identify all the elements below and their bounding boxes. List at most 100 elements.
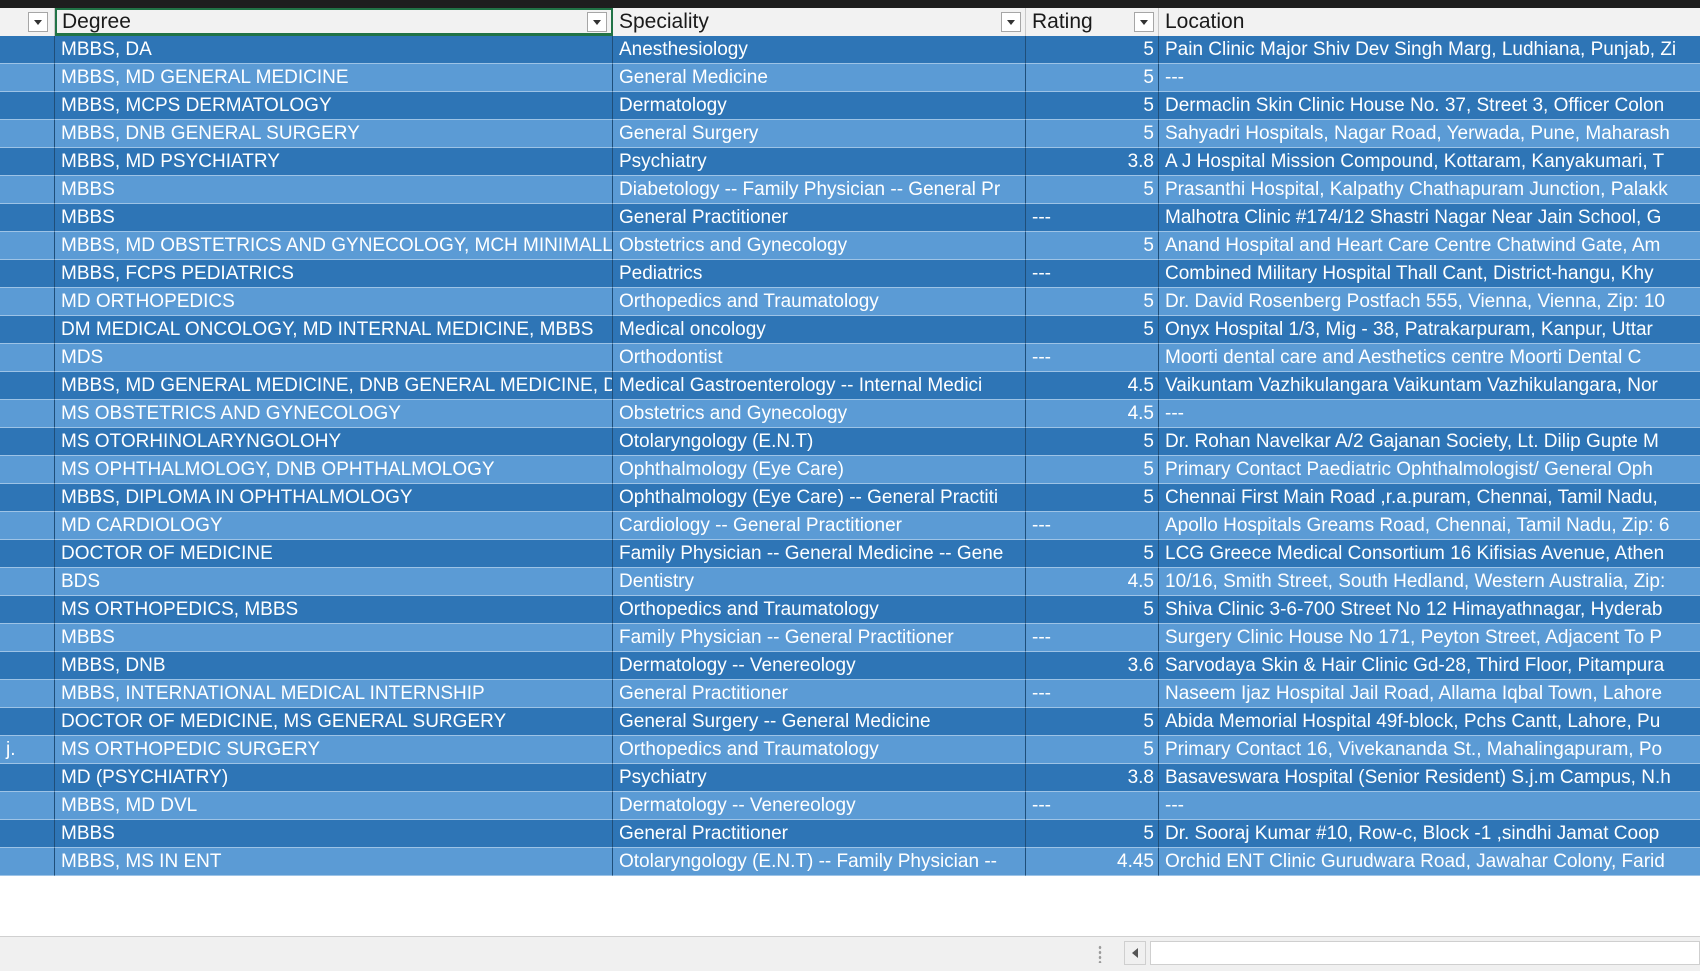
table-row[interactable]: MBBS, FCPS PEDIATRICS Pediatrics --- Combin…: [0, 260, 1700, 288]
table-row[interactable]: MBBS, DNB Dermatology -- Venereology 3.6 Sa…: [0, 652, 1700, 680]
speciality-cell[interactable]: Orthopedics and Traumatology: [613, 288, 1026, 316]
degree-cell[interactable]: MS OBSTETRICS AND GYNECOLOGY: [55, 400, 613, 428]
rating-cell[interactable]: 3.8: [1026, 764, 1159, 792]
speciality-cell[interactable]: Psychiatry: [613, 148, 1026, 176]
rating-cell[interactable]: 5: [1026, 596, 1159, 624]
speciality-cell[interactable]: Ophthalmology (Eye Care) -- General Prac…: [613, 484, 1026, 512]
speciality-cell[interactable]: Diabetology -- Family Physician -- Gener…: [613, 176, 1026, 204]
rating-cell[interactable]: 5: [1026, 456, 1159, 484]
location-cell[interactable]: ---: [1159, 792, 1700, 820]
degree-cell[interactable]: MD ORTHOPEDICS: [55, 288, 613, 316]
speciality-cell[interactable]: General Surgery: [613, 120, 1026, 148]
location-cell[interactable]: Dermaclin Skin Clinic House No. 37, Stre…: [1159, 92, 1700, 120]
rating-cell[interactable]: ---: [1026, 512, 1159, 540]
table-row[interactable]: MBBS, MD DVL Dermatology -- Venereology --…: [0, 792, 1700, 820]
table-row[interactable]: MBBS, DA Anesthesiology 5 Pain Clinic Major…: [0, 36, 1700, 64]
table-row[interactable]: MBBS, DIPLOMA IN OPHTHALMOLOGY Ophthalmol…: [0, 484, 1700, 512]
degree-cell[interactable]: MBBS, MD GENERAL MEDICINE, DNB GENERAL M…: [55, 372, 613, 400]
row-prefix-cell[interactable]: [0, 596, 55, 624]
table-row[interactable]: MS OTORHINOLARYNGOLOHY Otolaryngology (E.…: [0, 428, 1700, 456]
row-prefix-cell[interactable]: [0, 288, 55, 316]
row-prefix-cell[interactable]: [0, 176, 55, 204]
rating-cell[interactable]: 5: [1026, 540, 1159, 568]
speciality-cell[interactable]: Family Physician -- General Practitioner: [613, 624, 1026, 652]
row-prefix-cell[interactable]: [0, 148, 55, 176]
degree-cell[interactable]: MD (PSYCHIATRY): [55, 764, 613, 792]
filter-dropdown-icon[interactable]: [28, 12, 48, 32]
row-prefix-cell[interactable]: [0, 680, 55, 708]
location-cell[interactable]: Primary Contact Paediatric Ophthalmologi…: [1159, 456, 1700, 484]
speciality-cell[interactable]: General Practitioner: [613, 820, 1026, 848]
degree-cell[interactable]: MBBS, MD DVL: [55, 792, 613, 820]
degree-cell[interactable]: DOCTOR OF MEDICINE, MS GENERAL SURGERY: [55, 708, 613, 736]
table-row[interactable]: MBBS, MD GENERAL MEDICINE, DNB GENERAL M…: [0, 372, 1700, 400]
degree-cell[interactable]: MS OTORHINOLARYNGOLOHY: [55, 428, 613, 456]
speciality-cell[interactable]: Orthodontist: [613, 344, 1026, 372]
speciality-cell[interactable]: Medical Gastroenterology -- Internal Med…: [613, 372, 1026, 400]
rating-cell[interactable]: ---: [1026, 204, 1159, 232]
table-row[interactable]: BDS Dentistry 4.5 10/16, Smith Street, Sout…: [0, 568, 1700, 596]
row-prefix-cell[interactable]: [0, 792, 55, 820]
table-row[interactable]: MBBS, MD GENERAL MEDICINE General Medicin…: [0, 64, 1700, 92]
location-cell[interactable]: Moorti dental care and Aesthetics centre…: [1159, 344, 1700, 372]
speciality-cell[interactable]: Orthopedics and Traumatology: [613, 736, 1026, 764]
rating-cell[interactable]: 5: [1026, 316, 1159, 344]
table-row[interactable]: MBBS General Practitioner --- Malhotra Clin…: [0, 204, 1700, 232]
row-prefix-cell[interactable]: [0, 260, 55, 288]
location-cell[interactable]: Pain Clinic Major Shiv Dev Singh Marg, L…: [1159, 36, 1700, 64]
speciality-cell[interactable]: Medical oncology: [613, 316, 1026, 344]
rating-cell[interactable]: 3.8: [1026, 148, 1159, 176]
row-prefix-cell[interactable]: [0, 848, 55, 876]
row-prefix-cell[interactable]: [0, 232, 55, 260]
speciality-cell[interactable]: Orthopedics and Traumatology: [613, 596, 1026, 624]
location-cell[interactable]: Basaveswara Hospital (Senior Resident) S…: [1159, 764, 1700, 792]
rating-cell[interactable]: 5: [1026, 64, 1159, 92]
speciality-cell[interactable]: Obstetrics and Gynecology: [613, 232, 1026, 260]
location-cell[interactable]: Malhotra Clinic #174/12 Shastri Nagar Ne…: [1159, 204, 1700, 232]
speciality-cell[interactable]: Cardiology -- General Practitioner: [613, 512, 1026, 540]
table-row[interactable]: MS ORTHOPEDICS, MBBS Orthopedics and Trau…: [0, 596, 1700, 624]
location-cell[interactable]: Anand Hospital and Heart Care Centre Cha…: [1159, 232, 1700, 260]
rating-cell[interactable]: 5: [1026, 428, 1159, 456]
degree-cell[interactable]: MS ORTHOPEDICS, MBBS: [55, 596, 613, 624]
degree-cell[interactable]: MBBS, MD PSYCHIATRY: [55, 148, 613, 176]
row-prefix-cell[interactable]: [0, 512, 55, 540]
table-row[interactable]: MD CARDIOLOGY Cardiology -- General Pract…: [0, 512, 1700, 540]
speciality-cell[interactable]: Otolaryngology (E.N.T): [613, 428, 1026, 456]
header-cell-blank[interactable]: [0, 8, 55, 36]
row-prefix-cell[interactable]: [0, 316, 55, 344]
rating-cell[interactable]: 4.45: [1026, 848, 1159, 876]
location-cell[interactable]: Primary Contact 16, Vivekananda St., Mah…: [1159, 736, 1700, 764]
header-cell-speciality[interactable]: Speciality: [613, 8, 1026, 36]
filter-dropdown-icon[interactable]: [1134, 12, 1154, 32]
degree-cell[interactable]: MBBS: [55, 176, 613, 204]
degree-cell[interactable]: MBBS: [55, 624, 613, 652]
degree-cell[interactable]: MBBS, MD GENERAL MEDICINE: [55, 64, 613, 92]
speciality-cell[interactable]: Pediatrics: [613, 260, 1026, 288]
degree-cell[interactable]: MBBS, DIPLOMA IN OPHTHALMOLOGY: [55, 484, 613, 512]
degree-cell[interactable]: MBBS, DNB: [55, 652, 613, 680]
location-cell[interactable]: A J Hospital Mission Compound, Kottaram,…: [1159, 148, 1700, 176]
location-cell[interactable]: Naseem Ijaz Hospital Jail Road, Allama I…: [1159, 680, 1700, 708]
table-row[interactable]: DOCTOR OF MEDICINE, MS GENERAL SURGERY Ge…: [0, 708, 1700, 736]
row-prefix-cell[interactable]: [0, 92, 55, 120]
table-row[interactable]: MBBS Family Physician -- General Practiti…: [0, 624, 1700, 652]
speciality-cell[interactable]: General Surgery -- General Medicine: [613, 708, 1026, 736]
location-cell[interactable]: Dr. Sooraj Kumar #10, Row-c, Block -1 ,s…: [1159, 820, 1700, 848]
speciality-cell[interactable]: Otolaryngology (E.N.T) -- Family Physici…: [613, 848, 1026, 876]
horizontal-scrollbar[interactable]: [1150, 941, 1700, 965]
row-prefix-cell[interactable]: [0, 120, 55, 148]
speciality-cell[interactable]: Ophthalmology (Eye Care): [613, 456, 1026, 484]
location-cell[interactable]: Onyx Hospital 1/3, Mig - 38, Patrakarpur…: [1159, 316, 1700, 344]
location-cell[interactable]: Dr. Rohan Navelkar A/2 Gajanan Society, …: [1159, 428, 1700, 456]
table-row[interactable]: MBBS, INTERNATIONAL MEDICAL INTERNSHIP Ge…: [0, 680, 1700, 708]
row-prefix-cell[interactable]: [0, 540, 55, 568]
row-prefix-cell[interactable]: [0, 652, 55, 680]
location-cell[interactable]: Apollo Hospitals Greams Road, Chennai, T…: [1159, 512, 1700, 540]
row-prefix-cell[interactable]: [0, 764, 55, 792]
row-prefix-cell[interactable]: [0, 568, 55, 596]
row-prefix-cell[interactable]: [0, 456, 55, 484]
table-row[interactable]: MD (PSYCHIATRY) Psychiatry 3.8 Basaveswara …: [0, 764, 1700, 792]
speciality-cell[interactable]: General Medicine: [613, 64, 1026, 92]
speciality-cell[interactable]: Obstetrics and Gynecology: [613, 400, 1026, 428]
